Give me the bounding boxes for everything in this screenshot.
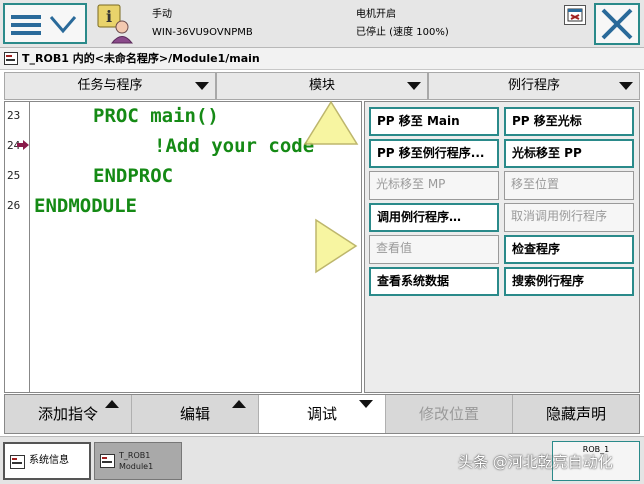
run-status: 电机开启 已停止 (速度 100%) (356, 6, 449, 42)
modules-dropdown[interactable]: 模块 (216, 72, 428, 100)
close-icon (601, 8, 633, 40)
chevron-down-icon (195, 82, 209, 90)
chevron-up-icon (105, 400, 119, 408)
system-info-icon (10, 455, 25, 469)
program-editor-icon (100, 454, 115, 468)
code-line[interactable]: ENDMODULE (34, 195, 137, 217)
cursor-to-mp-button: 光标移至 MP (369, 171, 499, 200)
edit-button[interactable]: 编辑 (132, 395, 259, 433)
code-line[interactable]: ENDPROC (93, 165, 173, 187)
view-system-data-button[interactable]: 查看系统数据 (369, 267, 499, 296)
tasks-and-programs-dropdown[interactable]: 任务与程序 (4, 72, 216, 100)
command-label: 添加指令 (37, 405, 98, 423)
event-log-icon[interactable]: i (92, 3, 142, 44)
run-state: 已停止 (速度 100%) (356, 27, 449, 38)
breadcrumb-path: T_ROB1 内的<未命名程序>/Module1/main (22, 52, 260, 65)
main-menu-button[interactable] (3, 3, 87, 44)
hamburger-menu-icon (11, 15, 77, 35)
debug-button[interactable]: 调试 (259, 395, 386, 433)
pp-to-routine-button[interactable]: PP 移至例行程序... (369, 139, 499, 168)
operating-mode: 手动 (152, 9, 172, 20)
dropdown-label: 任务与程序 (77, 78, 143, 93)
motor-state: 电机开启 (356, 9, 396, 20)
modify-position-button: 修改位置 (386, 395, 513, 433)
pp-to-cursor-button[interactable]: PP 移至光标 (504, 107, 634, 136)
go-to-position-button: 移至位置 (504, 171, 634, 200)
selector-bar: 任务与程序 模块 例行程序 (4, 72, 640, 100)
line-number: 25 (7, 169, 21, 182)
chevron-down-icon (359, 400, 373, 408)
search-routine-button[interactable]: 搜索例行程序 (504, 267, 634, 296)
cursor-to-pp-button[interactable]: 光标移至 PP (504, 139, 634, 168)
line-number: 23 (7, 109, 21, 122)
controller-status: 手动 WIN-36VU9OVNPMB (152, 6, 253, 42)
view-value-button: 查看值 (369, 235, 499, 264)
status-bar: i 手动 WIN-36VU9OVNPMB 电机开启 已停止 (速度 100%) (0, 0, 644, 48)
chevron-up-icon (232, 400, 246, 408)
svg-text:i: i (106, 7, 112, 26)
code-line[interactable]: PROC main() (93, 105, 219, 127)
pp-to-main-button[interactable]: PP 移至 Main (369, 107, 499, 136)
cancel-call-routine-button: 取消调用例行程序 (504, 203, 634, 232)
command-label: 修改位置 (418, 405, 479, 423)
debug-menu: PP 移至 Main PP 移至光标 PP 移至例行程序... 光标移至 PP … (364, 101, 640, 393)
chevron-down-icon (619, 82, 633, 90)
controller-name: WIN-36VU9OVNPMB (152, 27, 253, 38)
task-label: 系统信息 (29, 455, 69, 466)
line-number-gutter: 23 24 25 26 (5, 102, 30, 392)
command-bar: 添加指令 编辑 调试 修改位置 隐藏声明 (4, 394, 640, 434)
program-pointer-icon (17, 140, 29, 150)
dropdown-label: 模块 (308, 78, 335, 93)
task-label-line2: Module1 (119, 462, 154, 471)
hide-declarations-button[interactable]: 隐藏声明 (513, 395, 639, 433)
add-instruction-button[interactable]: 添加指令 (5, 395, 132, 433)
task-label-line1: T_ROB1 (119, 451, 151, 460)
code-line[interactable]: !Add your code (154, 135, 314, 157)
dropdown-label: 例行程序 (507, 78, 560, 93)
line-number: 26 (7, 199, 21, 212)
check-program-button[interactable]: 检查程序 (504, 235, 634, 264)
taskbar-system-info[interactable]: 系统信息 (3, 442, 91, 480)
command-label: 调试 (306, 405, 337, 423)
close-button[interactable] (594, 3, 640, 45)
command-label: 隐藏声明 (545, 405, 606, 423)
routines-dropdown[interactable]: 例行程序 (428, 72, 640, 100)
scroll-right-arrow-icon[interactable] (314, 218, 358, 274)
program-window-icon[interactable] (564, 5, 586, 25)
chevron-down-icon (407, 82, 421, 90)
call-routine-button[interactable]: 调用例行程序… (369, 203, 499, 232)
taskbar-program-editor[interactable]: T_ROB1 Module1 (94, 442, 182, 480)
watermark: 头条 @河北乾亮自动化 (458, 453, 613, 471)
breadcrumb: T_ROB1 内的<未命名程序>/Module1/main (0, 48, 644, 70)
program-icon (4, 52, 18, 65)
command-label: 编辑 (179, 405, 210, 423)
scroll-up-arrow-icon[interactable] (303, 100, 359, 146)
